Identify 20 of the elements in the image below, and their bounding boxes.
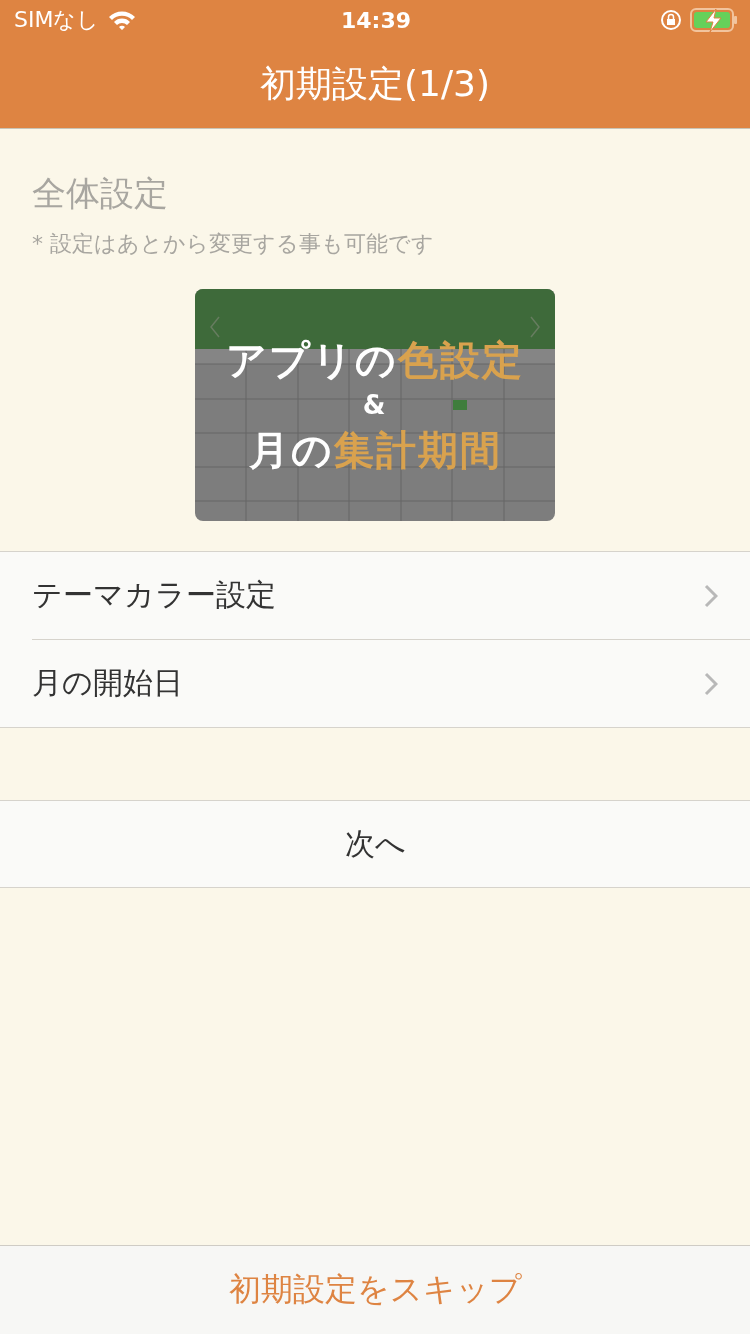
chevron-right-icon [704, 671, 718, 696]
wifi-icon [107, 9, 138, 31]
headline-text: & [362, 390, 388, 420]
clock-time: 14:39 [341, 7, 411, 33]
section-title: 全体設定 [32, 172, 169, 215]
menu-row[interactable]: 月の開始日 [32, 640, 750, 727]
menu-label: テーマカラー設定 [32, 576, 276, 614]
menu-label: 月の開始日 [32, 664, 183, 702]
menu-row[interactable]: テーマカラー設定 [32, 552, 750, 640]
section-note: * 設定はあとから変更する事も可能です [32, 230, 435, 258]
headline-text: 色設定 [398, 336, 524, 385]
headline-text: 月の [248, 426, 334, 475]
screen-title: 初期設定(1/3) [260, 61, 490, 106]
rotation-lock-icon [660, 9, 682, 31]
headline-text: アプリの [226, 336, 398, 385]
carrier-label: SIMなし [14, 6, 100, 34]
battery-icon [690, 7, 738, 33]
headline-text: 集計期間 [333, 426, 502, 475]
next-button[interactable]: 次へ [0, 800, 750, 888]
chevron-right-icon [704, 583, 718, 608]
